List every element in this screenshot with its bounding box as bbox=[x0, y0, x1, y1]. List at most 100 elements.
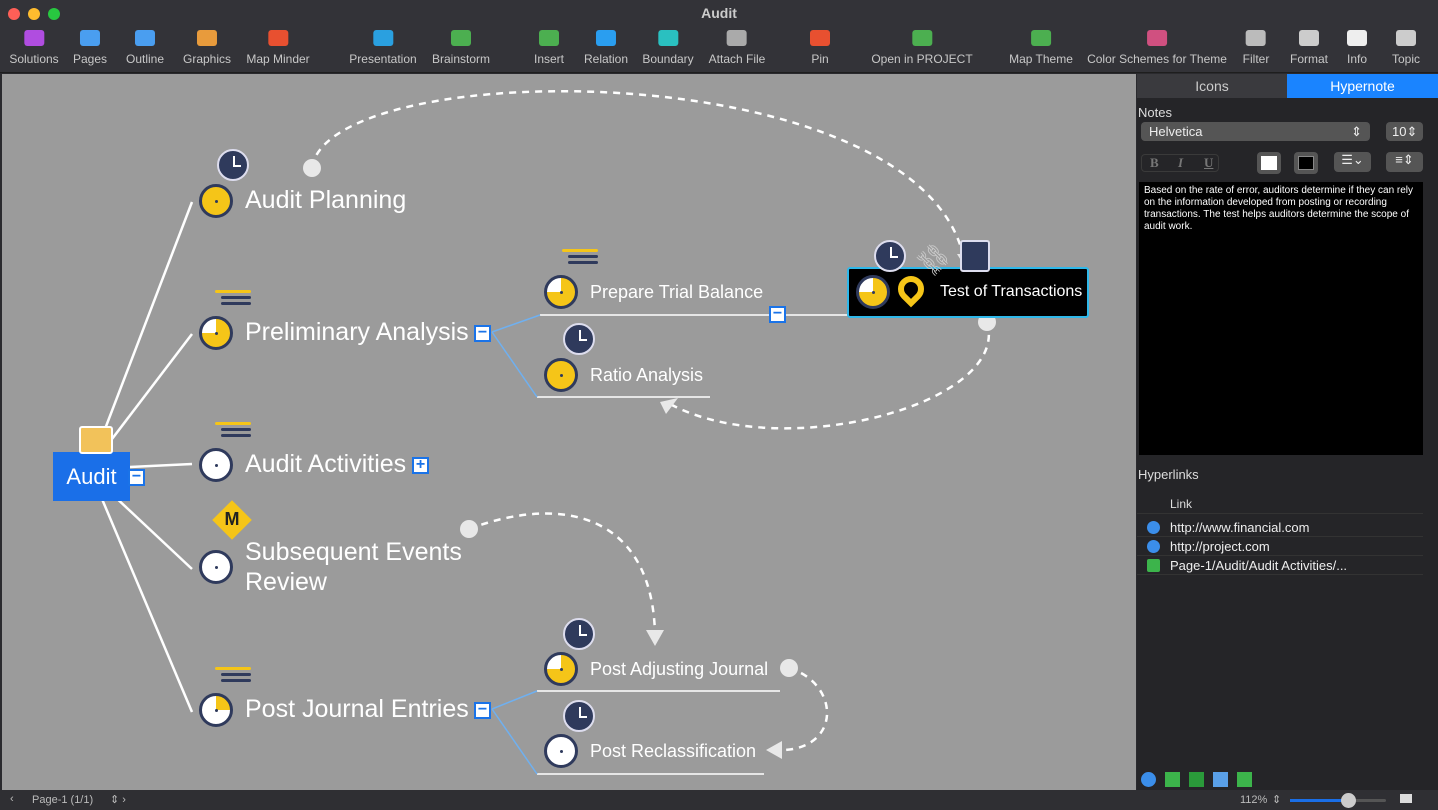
toolbar-button-solutions[interactable]: Solutions bbox=[9, 30, 59, 66]
zoom-slider[interactable] bbox=[1290, 793, 1386, 808]
toolbar-button-brainstorm[interactable]: Brainstorm bbox=[432, 30, 490, 66]
font-size-select[interactable]: 10⇕ bbox=[1386, 122, 1423, 141]
topic-icon bbox=[1395, 30, 1416, 46]
hyperlink-item[interactable]: http://www.financial.com bbox=[1137, 518, 1423, 537]
topic-audit-planning[interactable]: Audit Planning bbox=[245, 186, 406, 215]
progress-icon bbox=[199, 184, 233, 218]
toolbar-label: Graphics bbox=[182, 52, 232, 66]
note-icon[interactable] bbox=[960, 240, 990, 272]
toolbar-button-graphics[interactable]: Graphics bbox=[183, 30, 231, 66]
notes-editor[interactable]: Based on the rate of error, auditors det… bbox=[1139, 182, 1423, 455]
collapse-toggle[interactable]: − bbox=[128, 469, 145, 486]
topic-prepare-trial-balance[interactable]: Prepare Trial Balance bbox=[590, 282, 763, 303]
zoom-stepper[interactable]: ⇕ bbox=[1272, 793, 1281, 806]
map-theme-icon bbox=[1031, 30, 1051, 46]
toolbar-label: Pin bbox=[811, 52, 829, 66]
info-icon bbox=[1346, 30, 1367, 46]
toolbar-button-color-schemes-for-theme[interactable]: Color Schemes for Theme bbox=[1087, 30, 1227, 66]
toolbar-button-presentation[interactable]: Presentation bbox=[349, 30, 417, 66]
collapse-toggle[interactable]: − bbox=[474, 325, 491, 342]
topic-post-journal-entries[interactable]: Post Journal Entries bbox=[245, 695, 469, 724]
status-bar: ‹ Page-1 (1/1) ⇕ › 112% ⇕ bbox=[0, 790, 1438, 810]
toolbar-label: Brainstorm bbox=[431, 52, 491, 66]
toolbar-button-filter[interactable]: Filter bbox=[1243, 30, 1269, 66]
add-file-link-button[interactable] bbox=[1165, 772, 1180, 787]
page-stepper[interactable]: ⇕ › bbox=[110, 793, 126, 806]
toolbar-label: Outline bbox=[125, 52, 165, 66]
toolbar-button-boundary[interactable]: Boundary bbox=[642, 30, 694, 66]
clock-icon bbox=[563, 618, 595, 650]
toolbar-button-outline[interactable]: Outline bbox=[126, 30, 164, 66]
clock-icon bbox=[874, 240, 906, 272]
mind-map-canvas[interactable]: Audit − Audit Planning Preliminary Analy… bbox=[2, 74, 1136, 790]
relation-icon bbox=[596, 30, 616, 46]
toolbar-button-open-in-project[interactable]: Open in PROJECT bbox=[871, 30, 973, 66]
topic-preliminary-analysis[interactable]: Preliminary Analysis bbox=[245, 318, 469, 347]
globe-icon bbox=[1147, 540, 1160, 553]
toolbar-button-pin[interactable]: Pin bbox=[810, 30, 830, 66]
toolbar-button-topic[interactable]: Topic bbox=[1392, 30, 1420, 66]
tab-icons[interactable]: Icons bbox=[1137, 74, 1287, 98]
project-icon bbox=[912, 30, 932, 46]
stepper-icon: ⇕ bbox=[1351, 124, 1362, 139]
topic-post-reclassification[interactable]: Post Reclassification bbox=[590, 741, 756, 762]
link-column-header[interactable]: Link bbox=[1137, 494, 1423, 514]
page-indicator[interactable]: Page-1 (1/1) bbox=[32, 794, 93, 806]
prev-page-button[interactable]: ‹ bbox=[10, 793, 14, 805]
insert-icon bbox=[538, 30, 559, 46]
collapse-toggle[interactable]: − bbox=[474, 702, 491, 719]
collapse-toggle[interactable]: − bbox=[769, 306, 786, 323]
toolbar-label: Relation bbox=[583, 52, 629, 66]
add-folder-link-button[interactable] bbox=[1189, 772, 1204, 787]
alignment-button[interactable]: ≡⇕ bbox=[1386, 152, 1423, 172]
toolbar-label: Map Minder bbox=[246, 52, 310, 66]
hyperlink-item[interactable]: Page-1/Audit/Audit Activities/... bbox=[1137, 556, 1423, 575]
tab-hypernote[interactable]: Hypernote bbox=[1287, 74, 1438, 98]
toolbar-button-attach-file[interactable]: Attach File bbox=[709, 30, 765, 66]
add-email-link-button[interactable] bbox=[1213, 772, 1228, 787]
outline-icon bbox=[135, 30, 155, 46]
bold-button[interactable]: B bbox=[1150, 155, 1159, 171]
toolbar-button-pages[interactable]: Pages bbox=[73, 30, 107, 66]
topic-audit-activities[interactable]: Audit Activities bbox=[245, 450, 406, 479]
hyperlinks-label: Hyperlinks bbox=[1138, 467, 1199, 482]
toolbar-button-map-theme[interactable]: Map Theme bbox=[1009, 30, 1073, 66]
format-icon bbox=[1298, 30, 1319, 46]
progress-icon bbox=[544, 275, 578, 309]
toolbar-label: Insert bbox=[533, 52, 565, 66]
toolbar-button-info[interactable]: Info bbox=[1346, 30, 1367, 66]
side-panel: Icons Hypernote Notes Helvetica ⇕ 10⇕ B I… bbox=[1137, 74, 1438, 790]
topic-test-of-transactions[interactable]: Test of Transactions bbox=[940, 283, 1082, 301]
expand-toggle[interactable]: + bbox=[412, 457, 429, 474]
toolbar-label: Presentation bbox=[349, 52, 417, 66]
list-style-button[interactable]: ☰⌄ bbox=[1334, 152, 1371, 172]
toolbar-label: Solutions bbox=[9, 52, 59, 66]
topic-ratio-analysis[interactable]: Ratio Analysis bbox=[590, 365, 703, 386]
toolbar-button-format[interactable]: Format bbox=[1290, 30, 1328, 66]
toolbar-label: Map Theme bbox=[1009, 52, 1073, 66]
underline-button[interactable]: U bbox=[1204, 155, 1213, 171]
background-color-button[interactable] bbox=[1294, 152, 1318, 174]
topic-link-icon bbox=[1147, 559, 1160, 572]
topic-subsequent-events[interactable]: Subsequent Events bbox=[245, 538, 462, 567]
progress-icon bbox=[544, 734, 578, 768]
topic-post-adjusting-journal[interactable]: Post Adjusting Journal bbox=[590, 659, 768, 680]
toolbar-button-insert[interactable]: Insert bbox=[534, 30, 564, 66]
font-select[interactable]: Helvetica ⇕ bbox=[1141, 122, 1370, 141]
toolbar-button-relation[interactable]: Relation bbox=[584, 30, 628, 66]
fit-page-icon[interactable] bbox=[1400, 794, 1412, 803]
italic-button[interactable]: I bbox=[1178, 155, 1183, 171]
text-color-button[interactable] bbox=[1257, 152, 1281, 174]
progress-icon bbox=[544, 652, 578, 686]
topic-subsequent-events-line2[interactable]: Review bbox=[245, 568, 327, 597]
map-minder-icon bbox=[267, 30, 288, 46]
progress-icon bbox=[544, 358, 578, 392]
toolbar-button-map-minder[interactable]: Map Minder bbox=[246, 30, 310, 66]
zoom-level: 112% bbox=[1240, 794, 1268, 806]
color-scheme-icon bbox=[1147, 30, 1167, 46]
add-topic-link-button[interactable] bbox=[1237, 772, 1252, 787]
hyperlink-item[interactable]: http://project.com bbox=[1137, 537, 1423, 556]
add-web-link-button[interactable] bbox=[1141, 772, 1156, 787]
toolbar-label: Color Schemes for Theme bbox=[1087, 52, 1227, 66]
root-topic[interactable]: Audit bbox=[53, 452, 130, 501]
